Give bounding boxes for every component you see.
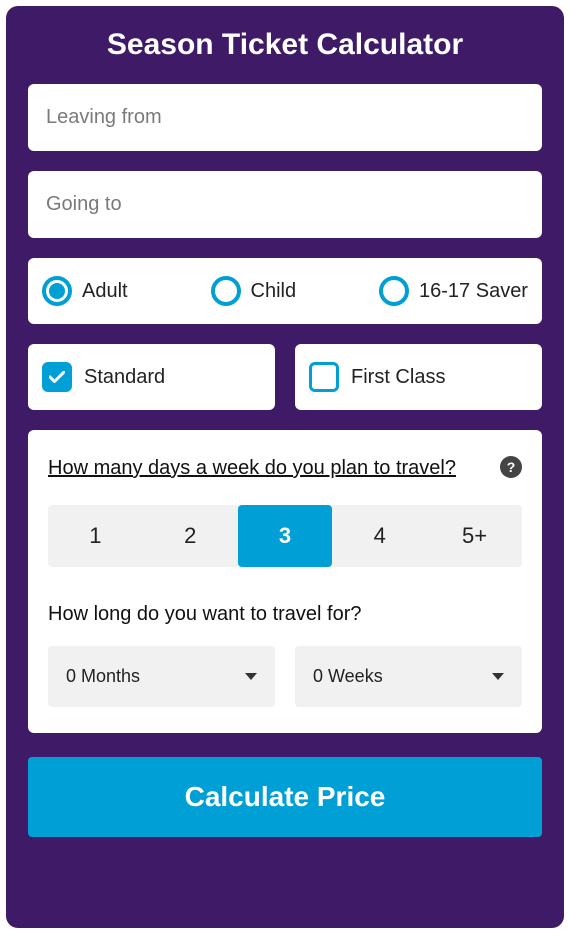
select-value: 0 Months <box>66 666 140 687</box>
checkbox-label: First Class <box>351 366 445 389</box>
radio-saver[interactable]: 16-17 Saver <box>379 276 528 306</box>
days-question: How many days a week do you plan to trav… <box>48 454 522 483</box>
radio-child[interactable]: Child <box>211 276 297 306</box>
checkbox-icon <box>42 362 72 392</box>
checkbox-label: Standard <box>84 366 165 389</box>
radio-icon <box>379 276 409 306</box>
duration-selects: 0 Months 0 Weeks <box>48 646 522 707</box>
day-option-5plus[interactable]: 5+ <box>427 505 522 567</box>
chevron-down-icon <box>245 673 257 680</box>
calculator-card: Season Ticket Calculator Adult Child 16-… <box>6 6 564 928</box>
radio-label: 16-17 Saver <box>419 280 528 303</box>
days-question-text: How many days a week do you plan to trav… <box>48 457 456 479</box>
passenger-type-group: Adult Child 16-17 Saver <box>28 258 542 324</box>
checkbox-first-class[interactable]: First Class <box>295 344 542 410</box>
radio-icon <box>42 276 72 306</box>
days-selector: 1 2 3 4 5+ <box>48 505 522 567</box>
day-option-4[interactable]: 4 <box>332 505 427 567</box>
months-select[interactable]: 0 Months <box>48 646 275 707</box>
checkbox-icon <box>309 362 339 392</box>
day-option-1[interactable]: 1 <box>48 505 143 567</box>
duration-question: How long do you want to travel for? <box>48 603 522 626</box>
going-to-input[interactable] <box>28 171 542 238</box>
calculate-button[interactable]: Calculate Price <box>28 757 542 837</box>
help-icon[interactable]: ? <box>500 456 522 478</box>
class-group: Standard First Class <box>28 344 542 410</box>
day-option-2[interactable]: 2 <box>143 505 238 567</box>
checkbox-standard[interactable]: Standard <box>28 344 275 410</box>
chevron-down-icon <box>492 673 504 680</box>
leaving-from-input[interactable] <box>28 84 542 151</box>
page-title: Season Ticket Calculator <box>28 28 542 62</box>
radio-label: Child <box>251 280 297 303</box>
travel-panel: How many days a week do you plan to trav… <box>28 430 542 733</box>
day-option-3[interactable]: 3 <box>238 505 333 567</box>
radio-label: Adult <box>82 280 128 303</box>
select-value: 0 Weeks <box>313 666 383 687</box>
radio-icon <box>211 276 241 306</box>
radio-adult[interactable]: Adult <box>42 276 128 306</box>
weeks-select[interactable]: 0 Weeks <box>295 646 522 707</box>
